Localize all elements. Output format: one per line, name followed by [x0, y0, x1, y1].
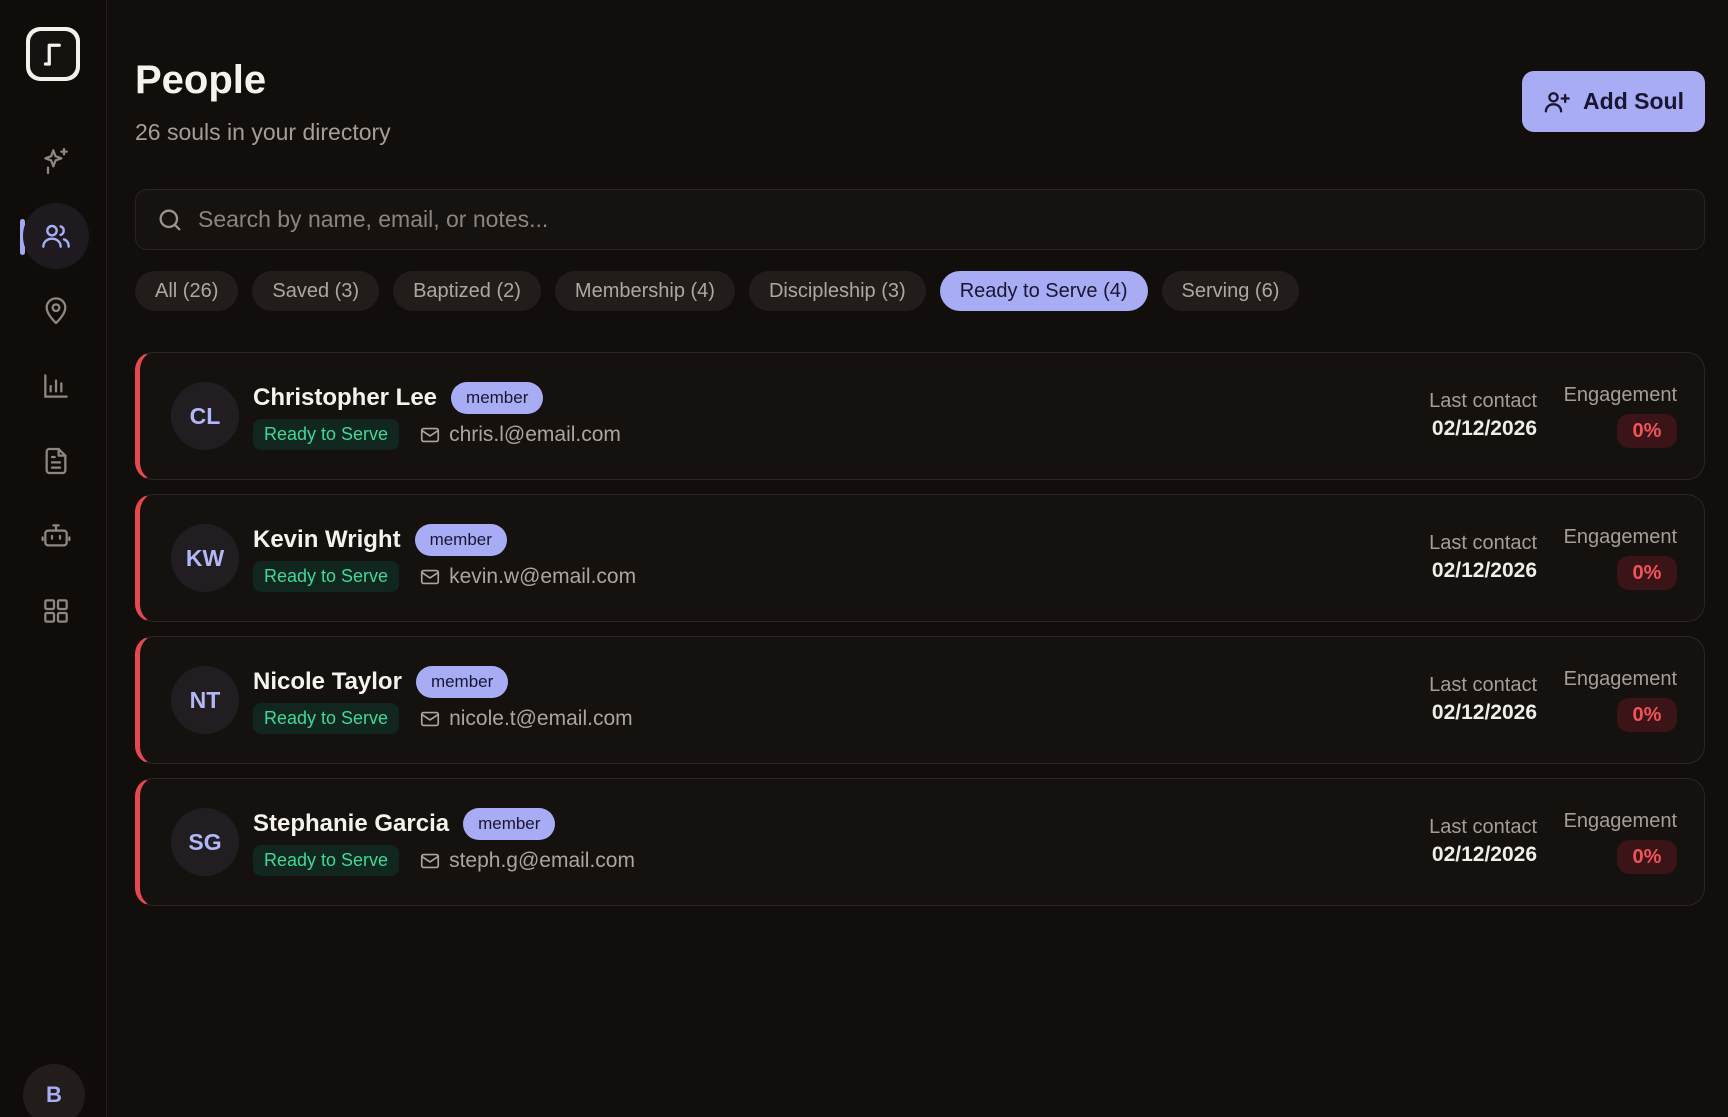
users-icon	[42, 224, 70, 248]
engagement-label: Engagement	[1563, 384, 1677, 406]
person-email[interactable]: chris.l@email.com	[419, 423, 621, 447]
map-pin-icon	[45, 297, 67, 325]
page-title: People	[135, 58, 267, 102]
last-contact-label: Last contact	[1429, 674, 1537, 696]
music-note-logo-icon	[30, 31, 76, 77]
sidebar-item-apps[interactable]	[23, 578, 89, 644]
sidebar: B	[0, 0, 107, 1117]
person-email[interactable]: steph.g@email.com	[419, 849, 635, 873]
app-window: B People 26 souls in your directory Add …	[0, 0, 1728, 1117]
engagement-value: 0%	[1617, 698, 1677, 732]
engagement-value: 0%	[1617, 556, 1677, 590]
add-soul-button[interactable]: Add Soul	[1522, 71, 1705, 132]
mail-icon	[421, 853, 440, 868]
role-badge: member	[451, 382, 544, 414]
bar-chart-icon	[44, 374, 68, 398]
person-card[interactable]: KW Kevin Wright member Ready to Serve ke…	[135, 494, 1705, 622]
people-list: CL Christopher Lee member Ready to Serve…	[135, 352, 1705, 920]
last-contact: Last contact 02/12/2026	[1429, 674, 1537, 725]
engagement: Engagement 0%	[1564, 526, 1677, 590]
sidebar-item-locations[interactable]	[23, 278, 89, 344]
engagement: Engagement 0%	[1564, 810, 1677, 874]
search-input[interactable]	[198, 190, 1704, 249]
person-avatar: NT	[171, 666, 239, 734]
bot-icon	[41, 524, 71, 547]
last-contact-date: 02/12/2026	[1431, 701, 1537, 724]
sparkles-icon	[44, 147, 68, 175]
last-contact-date: 02/12/2026	[1431, 417, 1537, 440]
person-card[interactable]: SG Stephanie Garcia member Ready to Serv…	[135, 778, 1705, 906]
role-badge: member	[463, 808, 556, 840]
add-soul-button-label: Add Soul	[1583, 88, 1684, 114]
last-contact-date: 02/12/2026	[1431, 843, 1537, 866]
last-contact-label: Last contact	[1429, 816, 1537, 838]
person-email-text: kevin.w@email.com	[449, 564, 637, 588]
filter-chip-ready-to-serve[interactable]: Ready to Serve (4)	[939, 271, 1148, 311]
last-contact-label: Last contact	[1429, 390, 1537, 412]
person-email[interactable]: kevin.w@email.com	[419, 565, 636, 589]
engagement-label: Engagement	[1563, 526, 1677, 548]
app-logo[interactable]	[26, 27, 80, 81]
person-name: Kevin Wright	[253, 526, 401, 553]
filter-chip-discipleship[interactable]: Discipleship (3)	[748, 271, 926, 311]
filter-chip-serving[interactable]: Serving (6)	[1161, 271, 1300, 311]
sidebar-item-sparkles[interactable]	[23, 128, 89, 194]
engagement-label: Engagement	[1563, 668, 1677, 690]
role-badge: member	[415, 666, 509, 698]
person-name: Stephanie Garcia	[253, 810, 450, 837]
sidebar-item-people[interactable]	[23, 203, 89, 269]
filter-chip-saved[interactable]: Saved (3)	[252, 271, 380, 311]
person-name: Nicole Taylor	[253, 668, 402, 695]
last-contact-date: 02/12/2026	[1431, 559, 1537, 582]
last-contact: Last contact 02/12/2026	[1429, 532, 1537, 583]
search-icon	[159, 209, 181, 230]
document-icon	[45, 447, 67, 475]
stage-badge: Ready to Serve	[253, 419, 400, 450]
grid-icon	[44, 599, 68, 623]
last-contact: Last contact 02/12/2026	[1429, 390, 1537, 441]
engagement: Engagement 0%	[1564, 668, 1677, 732]
sidebar-item-assistant[interactable]	[23, 503, 89, 569]
stage-badge: Ready to Serve	[253, 703, 400, 734]
stage-badge: Ready to Serve	[253, 561, 400, 592]
person-email-text: chris.l@email.com	[449, 422, 621, 446]
role-badge: member	[414, 524, 507, 556]
user-avatar[interactable]: B	[23, 1064, 85, 1117]
sidebar-item-analytics[interactable]	[23, 353, 89, 419]
page-subtitle: 26 souls in your directory	[135, 119, 391, 145]
filter-chip-all[interactable]: All (26)	[135, 271, 239, 311]
stage-badge: Ready to Serve	[253, 845, 400, 876]
person-avatar: CL	[171, 382, 239, 450]
stage-filter-chips: All (26) Saved (3) Baptized (2) Membersh…	[135, 271, 1300, 311]
person-email[interactable]: nicole.t@email.com	[419, 707, 633, 731]
person-card[interactable]: NT Nicole Taylor member Ready to Serve n…	[135, 636, 1705, 764]
person-email-text: nicole.t@email.com	[449, 706, 633, 730]
mail-icon	[421, 569, 440, 584]
person-name: Christopher Lee	[253, 384, 438, 411]
mail-icon	[421, 427, 440, 442]
search-bar	[135, 189, 1705, 250]
sidebar-item-documents[interactable]	[23, 428, 89, 494]
person-card[interactable]: CL Christopher Lee member Ready to Serve…	[135, 352, 1705, 480]
user-plus-icon	[1544, 91, 1570, 113]
engagement: Engagement 0%	[1564, 384, 1677, 448]
last-contact-label: Last contact	[1429, 532, 1537, 554]
person-avatar: SG	[171, 808, 239, 876]
filter-chip-baptized[interactable]: Baptized (2)	[393, 271, 541, 311]
main-content: People 26 souls in your directory Add So…	[107, 0, 1728, 1117]
engagement-value: 0%	[1617, 414, 1677, 448]
filter-chip-membership[interactable]: Membership (4)	[554, 271, 735, 311]
person-email-text: steph.g@email.com	[449, 848, 635, 872]
person-avatar: KW	[171, 524, 239, 592]
mail-icon	[421, 711, 440, 726]
last-contact: Last contact 02/12/2026	[1429, 816, 1537, 867]
engagement-label: Engagement	[1563, 810, 1677, 832]
engagement-value: 0%	[1617, 840, 1677, 874]
